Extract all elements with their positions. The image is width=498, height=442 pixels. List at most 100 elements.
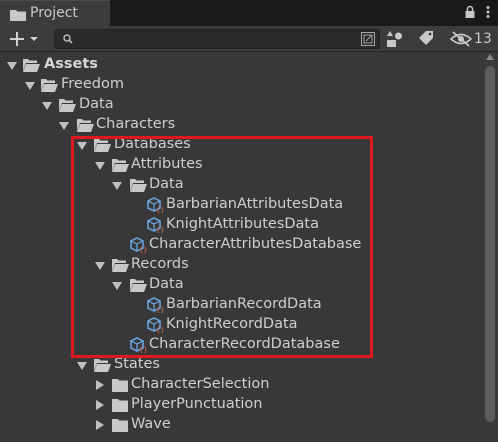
search-icon [63,34,73,44]
tree-item-label: Databases [114,136,191,152]
folder-open-icon [112,259,129,272]
expand-arrow-icon[interactable] [77,362,87,370]
plus-icon [10,32,38,46]
folder-open-icon [94,359,111,372]
tree-item-barbarian-record-data[interactable]: {} BarbarianRecordData [0,295,482,315]
tab-title: Project [30,5,78,21]
tree-item-label: KnightRecordData [166,316,298,332]
expand-arrow-icon[interactable] [25,82,35,90]
search-mode-icon[interactable] [361,32,375,46]
tree-item-label: CharacterRecordDatabase [149,336,340,352]
tree-item-character-record-database[interactable]: {} CharacterRecordDatabase [0,335,482,355]
scriptable-object-icon: {} [130,337,147,353]
vertical-scrollbar[interactable] [482,52,498,442]
tree-item-freedom[interactable]: Freedom [0,75,482,95]
tree-item-character-selection[interactable]: CharacterSelection [0,375,482,395]
folder-open-icon [130,279,147,292]
tree-item-label: Freedom [61,76,124,92]
tree-item-label: BarbarianAttributesData [166,196,344,212]
search-by-type-icon[interactable] [386,30,404,48]
tree-item-characters[interactable]: Characters [0,115,482,135]
eye-slash-icon [450,31,472,47]
tree-item-knight-record-data[interactable]: {} KnightRecordData [0,315,482,335]
folder-open-icon [77,119,94,132]
tree-item-data[interactable]: Data [0,95,482,115]
tree-item-records-data[interactable]: Data [0,275,482,295]
folder-open-icon [94,139,111,152]
toolbar: 13 [0,26,498,52]
tree-item-label: Assets [44,56,98,72]
expand-arrow-icon[interactable] [112,282,122,290]
scriptable-object-icon: {} [147,317,164,333]
label-icon[interactable] [418,30,434,46]
tab-project[interactable]: Project [0,0,110,26]
scriptable-object-icon: {} [147,197,164,213]
tree-item-label: BarbarianRecordData [166,296,322,312]
scriptable-object-icon: {} [130,237,147,253]
hidden-packages-toggle[interactable]: 13 [450,29,492,49]
tab-bar: Project [0,0,498,26]
svg-text:{}: {} [139,346,147,353]
tree-item-attributes-data[interactable]: Data [0,175,482,195]
scrollbar-thumb[interactable] [485,66,495,422]
expand-arrow-icon[interactable] [95,262,105,270]
tree-item-records[interactable]: Records [0,255,482,275]
expand-arrow-icon[interactable] [112,182,122,190]
project-tree: Assets Freedom Data Characters Databases… [0,52,482,442]
hidden-count: 13 [474,31,492,47]
tab-actions [464,4,490,23]
tree-item-wave[interactable]: Wave [0,415,482,435]
tree-item-label: Wave [131,416,171,432]
scriptable-object-icon: {} [147,297,164,313]
tree-item-label: Characters [96,116,176,132]
expand-arrow-icon[interactable] [77,142,87,150]
svg-text:{}: {} [139,246,147,253]
svg-text:{}: {} [156,206,164,213]
scriptable-object-icon: {} [147,217,164,233]
collapse-arrow-icon[interactable] [96,400,104,410]
tree-item-attributes[interactable]: Attributes [0,155,482,175]
project-window: Project 13 Assets Freedom Data Character… [0,0,498,442]
search-field[interactable] [54,29,380,49]
expand-arrow-icon[interactable] [95,162,105,170]
kebab-menu-icon[interactable] [486,4,490,23]
tree-item-label: Attributes [131,156,203,172]
search-input[interactable] [77,31,351,49]
folder-icon [10,10,26,21]
tree-item-label: CharacterSelection [131,376,270,392]
collapse-arrow-icon[interactable] [96,420,104,430]
lock-icon[interactable] [464,4,476,23]
scroll-up-icon[interactable] [486,54,494,60]
folder-open-icon [59,99,76,112]
tree-item-label: Data [79,96,114,112]
tree-item-label: KnightAttributesData [166,216,320,232]
tree-item-knight-attributes-data[interactable]: {} KnightAttributesData [0,215,482,235]
svg-text:{}: {} [156,226,164,233]
folder-icon [112,379,128,392]
tree-item-barbarian-attributes-data[interactable]: {} BarbarianAttributesData [0,195,482,215]
folder-open-icon [112,159,129,172]
tree-item-label: Data [149,176,184,192]
tree-item-states[interactable]: States [0,355,482,375]
svg-text:{}: {} [156,326,164,333]
tree-item-label: Data [149,276,184,292]
expand-arrow-icon[interactable] [59,122,69,130]
folder-open-icon [41,79,58,92]
tree-item-player-punctuation[interactable]: PlayerPunctuation [0,395,482,415]
tree-item-label: CharacterAttributesDatabase [149,236,362,252]
tree-item-label: States [114,356,160,372]
tree-item-databases[interactable]: Databases [0,135,482,155]
folder-icon [112,399,128,412]
create-button[interactable] [6,29,46,49]
tree-item-label: PlayerPunctuation [131,396,263,412]
folder-open-icon [130,179,147,192]
collapse-arrow-icon[interactable] [96,380,104,390]
expand-arrow-icon[interactable] [42,102,52,110]
tree-item-assets[interactable]: Assets [0,55,482,75]
expand-arrow-icon[interactable] [7,62,17,70]
svg-text:{}: {} [156,306,164,313]
tree-item-label: Records [131,256,189,272]
folder-open-icon [23,59,40,72]
folder-icon [112,419,128,432]
tree-item-character-attributes-database[interactable]: {} CharacterAttributesDatabase [0,235,482,255]
